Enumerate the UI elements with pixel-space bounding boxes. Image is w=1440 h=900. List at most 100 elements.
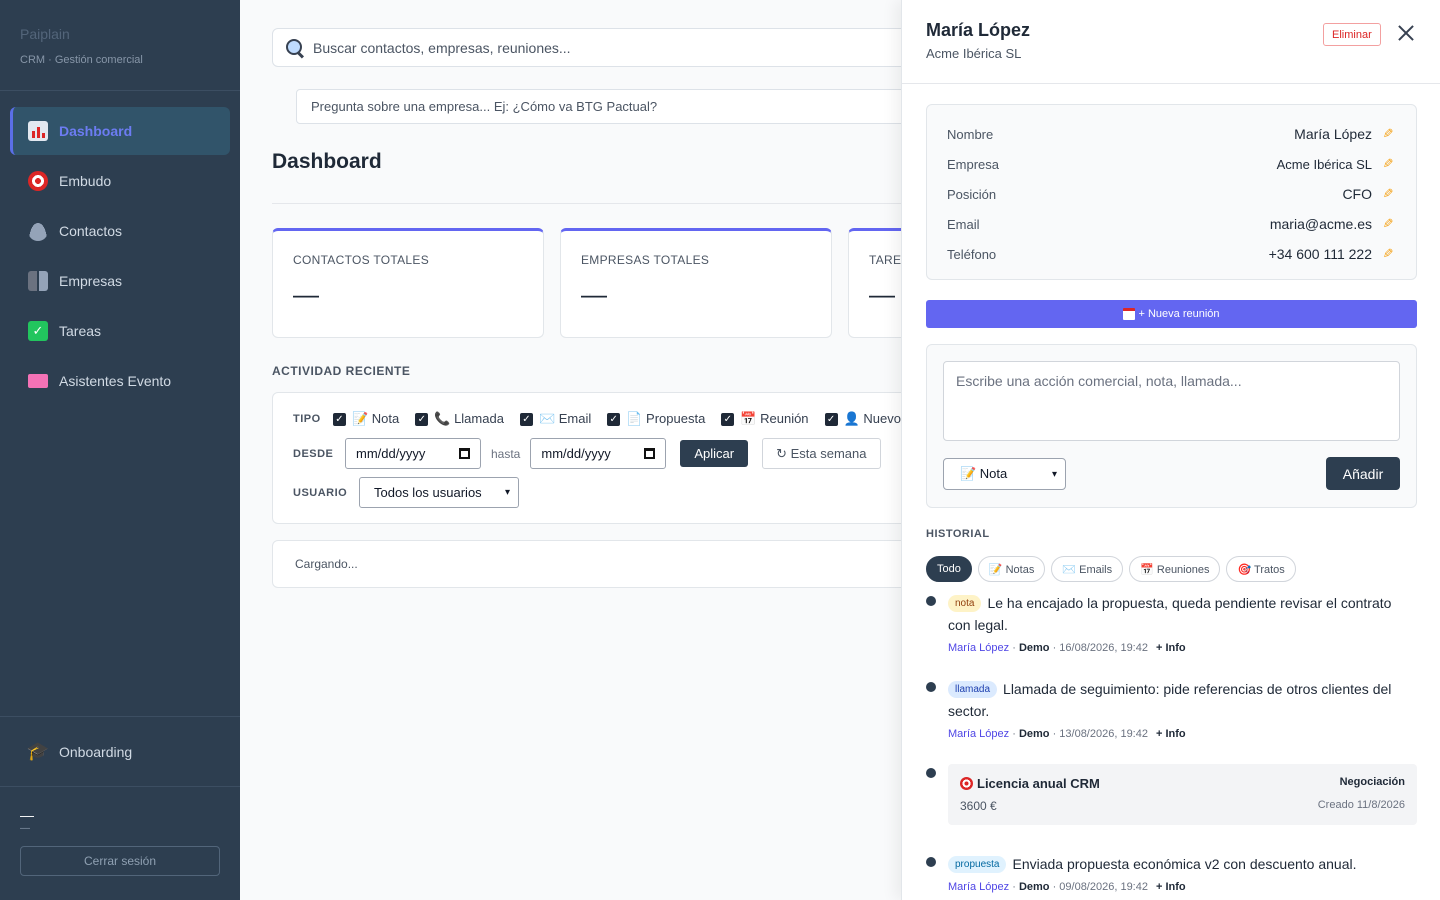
history-filters: Todo 📝 Notas ✉️ Emails 📅 Reuniones 🎯 Tra… [926,556,1302,582]
field-email: Email maria@acme.es ✎ [947,209,1396,239]
type-checkbox-llamada[interactable]: ✓ 📞 Llamada [415,411,504,427]
calendar-icon[interactable] [644,448,656,459]
author-link[interactable]: María López [948,881,1009,893]
checkbox-label: 📅 Reunión [740,411,809,426]
contact-drawer: María López Acme Ibérica SL Eliminar Nom… [901,0,1440,900]
date-from-input[interactable]: mm/dd/yyyy [345,438,481,469]
contact-company: Acme Ibérica SL [926,46,1022,61]
date-placeholder: mm/dd/yyyy [541,446,611,461]
chevron-down-icon: ▾ [504,487,510,498]
brand-title: Paiplain [20,26,70,42]
pencil-icon[interactable]: ✎ [1380,216,1396,232]
note-textarea[interactable]: Escribe una acción comercial, nota, llam… [943,361,1400,441]
sidebar-item-contactos[interactable]: Contactos [10,207,230,255]
sidebar-item-dashboard[interactable]: Dashboard [10,107,230,155]
date-filter-row: DESDE mm/dd/yyyy hasta mm/dd/yyyy Aplica… [293,438,881,469]
author-link[interactable]: María López [948,642,1009,654]
desde-label: DESDE [293,447,334,460]
history-text: llamada Llamada de seguimiento: pide refe… [948,678,1417,722]
field-value: maria@acme.es ✎ [1270,216,1396,232]
sidebar-item-asistentes-evento[interactable]: Asistentes Evento [10,357,230,405]
timeline-dot-icon [926,682,936,692]
user-block: — — Cerrar sesión [0,787,240,876]
pencil-icon[interactable]: ✎ [1380,126,1396,142]
type-filter-row: TIPO ✓ 📝 Nota ✓ 📞 Llamada ✓ ✉️ Email ✓ 📄 Pro… [293,411,952,427]
sidebar-item-label: Empresas [59,273,123,289]
type-checkbox-nota[interactable]: ✓ 📝 Nota [333,411,399,427]
sidebar-item-label: Contactos [59,223,123,239]
history-filter-notas[interactable]: 📝 Notas [977,556,1046,582]
date-placeholder: mm/dd/yyyy [356,446,426,461]
field-value: CFO ✎ [1342,186,1396,202]
checkbox-label: 📄 Propuesta [626,411,706,426]
sidebar-footer: 🎓 Onboarding — — Cerrar sesión [0,716,240,876]
note-type-select[interactable]: 📝 Nota ▾ [943,458,1066,490]
apply-button[interactable]: Aplicar [680,440,749,467]
sidebar-item-onboarding[interactable]: 🎓 Onboarding [0,717,240,787]
deal-amount: 3600 € [960,799,997,813]
contact-name: María López [926,20,1031,40]
pencil-icon[interactable]: ✎ [1380,156,1396,172]
field-nombre: Nombre María López ✎ [947,119,1396,149]
type-badge: llamada [948,681,998,698]
calendar-icon[interactable] [459,448,470,459]
search-input[interactable]: Buscar contactos, empresas, reuniones... [313,40,571,56]
target-icon [28,171,48,191]
history-filter-reuniones[interactable]: 📅 Reuniones [1129,556,1221,582]
sidebar-item-label: Tareas [59,323,102,339]
calendar-icon [1123,308,1136,320]
sidebar-item-tareas[interactable]: ✓ Tareas [10,307,230,355]
history-filter-tratos[interactable]: 🎯 Tratos [1226,556,1296,582]
more-info-link[interactable]: + Info [1156,881,1186,893]
history-filter-todo[interactable]: Todo [926,556,972,582]
timeline-dot-icon [926,857,936,867]
this-week-button[interactable]: ↻ Esta semana [762,438,881,469]
sidebar: Paiplain CRM · Gestión comercial Dashboa… [0,0,240,900]
sidebar-item-empresas[interactable]: Empresas [10,257,230,305]
pencil-icon[interactable]: ✎ [1380,186,1396,202]
checkbox-icon: ✓ [607,412,621,426]
target-icon [960,777,973,790]
chevron-down-icon: ▾ [1051,468,1057,480]
close-icon[interactable] [1395,22,1417,44]
more-info-link[interactable]: + Info [1156,728,1186,740]
person-icon [28,221,48,241]
type-label: TIPO [293,413,321,425]
new-meeting-button[interactable]: + Nueva reunión [926,300,1417,328]
history-filter-emails[interactable]: ✉️ Emails [1051,556,1124,582]
type-checkbox-email[interactable]: ✓ ✉️ Email [519,411,591,427]
sidebar-item-label: Asistentes Evento [59,373,172,389]
deal-card[interactable]: Licencia anual CRM Negociación 3600 € Cr… [948,764,1417,825]
more-info-link[interactable]: + Info [1156,642,1186,654]
pencil-icon[interactable]: ✎ [1380,246,1396,262]
user-select[interactable]: Todos los usuarios ▾ [359,477,519,508]
deal-title-text: Licencia anual CRM [977,776,1100,791]
author-link[interactable]: María López [948,728,1009,740]
page-title: Dashboard [272,150,382,173]
drawer-header: María López Acme Ibérica SL Eliminar [902,0,1440,84]
type-checkbox-propuesta[interactable]: ✓ 📄 Propuesta [607,411,705,427]
ticket-icon [28,374,48,388]
history-meta: María López · Demo · 09/08/2026, 19:42 + … [948,881,1186,893]
field-label: Posición [947,186,997,202]
sidebar-item-embudo[interactable]: Embudo [10,157,230,205]
logout-button[interactable]: Cerrar sesión [20,846,220,876]
delete-button[interactable]: Eliminar [1323,23,1381,46]
history-item-deal: Licencia anual CRM Negociación 3600 € Cr… [926,764,1417,825]
field-value-text: maria@acme.es [1269,216,1372,232]
history-meta: María López · Demo · 16/08/2026, 19:42 + … [948,642,1186,654]
history-item: propuesta Enviada propuesta económica v2 … [926,853,1417,893]
checkbox-icon: ✓ [415,412,429,426]
field-value: +34 600 111 222 ✎ [1269,246,1396,262]
field-posicion: Posición CFO ✎ [947,179,1396,209]
history-item: nota Le ha encajado la propuesta, queda p… [926,592,1417,654]
activity-title: ACTIVIDAD RECIENTE [272,364,411,378]
add-button[interactable]: Añadir [1326,457,1400,490]
type-checkbox-reunion[interactable]: ✓ 📅 Reunión [721,411,809,427]
note-composer: Escribe una acción comercial, nota, llam… [926,344,1417,508]
timeline-dot-icon [926,596,936,606]
usuario-label: USUARIO [293,486,348,499]
date-to-input[interactable]: mm/dd/yyyy [530,438,667,469]
new-meeting-label: + Nueva reunión [1138,308,1220,320]
type-badge: propuesta [948,856,1007,873]
